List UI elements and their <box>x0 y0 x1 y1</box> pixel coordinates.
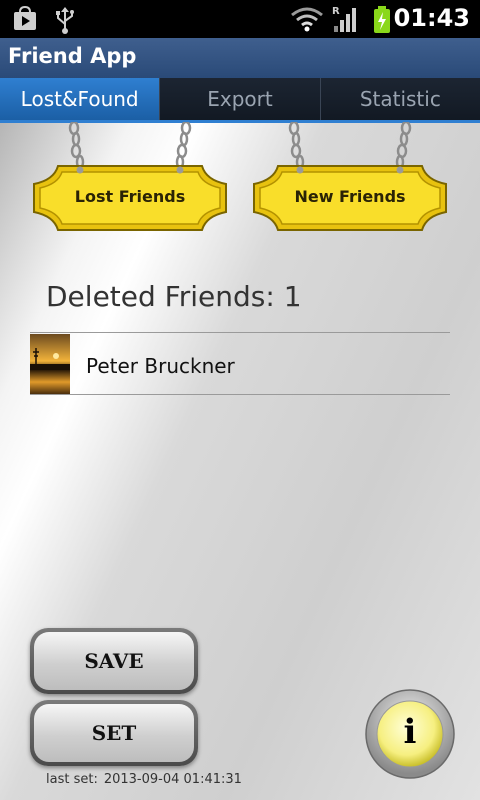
wifi-icon <box>290 6 324 36</box>
friend-name: Peter Bruckner <box>86 354 235 378</box>
set-button[interactable]: SET <box>30 700 198 766</box>
usb-icon <box>54 6 76 38</box>
tab-bar: Lost&Found Export Statistic <box>0 78 480 123</box>
status-bar: R 01:43 <box>0 0 480 38</box>
save-button[interactable]: SAVE <box>30 628 198 694</box>
last-set-timestamp: last set: 2013-09-04 01:41:31 <box>46 772 242 787</box>
tab-lost-found[interactable]: Lost&Found <box>0 78 161 120</box>
lost-friends-label: Lost Friends <box>74 187 186 206</box>
last-set-value: 2013-09-04 01:41:31 <box>103 772 242 787</box>
avatar <box>30 334 70 394</box>
lost-friends-button[interactable]: Lost Friends <box>30 122 230 232</box>
tab-export[interactable]: Export <box>160 78 321 120</box>
list-divider-bottom <box>30 394 450 395</box>
signal-icon <box>332 6 358 38</box>
app-title: Friend App <box>8 44 137 68</box>
status-clock: 01:43 <box>393 4 470 32</box>
set-button-label: SET <box>34 704 194 762</box>
list-item[interactable]: Peter Bruckner <box>30 334 450 394</box>
last-set-label: last set: <box>46 772 98 787</box>
new-friends-button[interactable]: New Friends <box>250 122 450 232</box>
new-friends-label: New Friends <box>294 187 406 206</box>
play-store-icon <box>12 5 38 36</box>
battery-charging-icon <box>372 6 392 38</box>
deleted-friends-count: Deleted Friends: 1 <box>46 280 302 313</box>
info-button[interactable]: i <box>364 688 456 780</box>
info-label: i <box>403 712 417 752</box>
save-button-label: SAVE <box>34 632 194 690</box>
tab-statistic[interactable]: Statistic <box>320 78 480 120</box>
list-divider-top <box>30 332 450 333</box>
app-title-bar: Friend App <box>0 38 480 78</box>
